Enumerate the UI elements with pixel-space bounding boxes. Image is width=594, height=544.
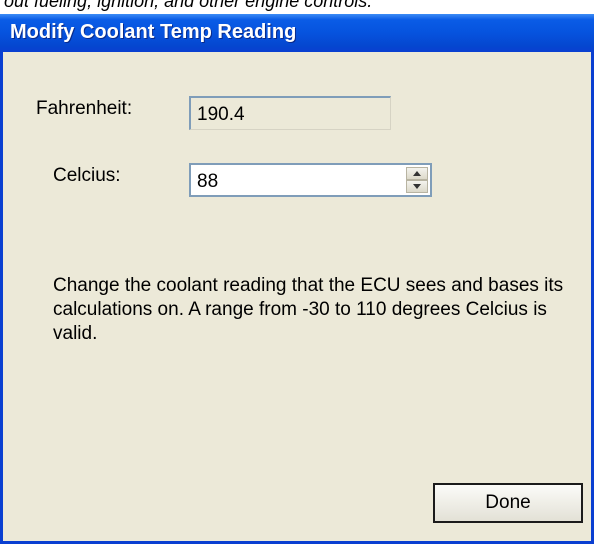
background-caption-text: out fueling, ignition, and other engine …	[4, 0, 373, 11]
celcius-spinner	[406, 167, 428, 193]
title-bar[interactable]: Modify Coolant Temp Reading	[0, 14, 594, 52]
fahrenheit-field: 190.4	[189, 96, 391, 130]
dialog-title: Modify Coolant Temp Reading	[10, 21, 297, 43]
description-text: Change the coolant reading that the ECU …	[53, 275, 564, 344]
fahrenheit-value: 190.4	[197, 104, 245, 125]
spin-down-arrow-icon	[413, 184, 421, 189]
spin-up-arrow-icon	[413, 171, 421, 176]
celcius-spin-field[interactable]: 88	[189, 163, 432, 197]
celcius-value[interactable]: 88	[197, 171, 218, 192]
done-button[interactable]: Done	[433, 483, 583, 523]
celcius-label: Celcius:	[53, 165, 121, 186]
dialog-window: Modify Coolant Temp Reading Fahrenheit: …	[0, 14, 594, 544]
fahrenheit-label: Fahrenheit:	[36, 98, 133, 119]
spin-up-button[interactable]	[406, 167, 428, 180]
spin-down-button[interactable]	[406, 180, 428, 193]
